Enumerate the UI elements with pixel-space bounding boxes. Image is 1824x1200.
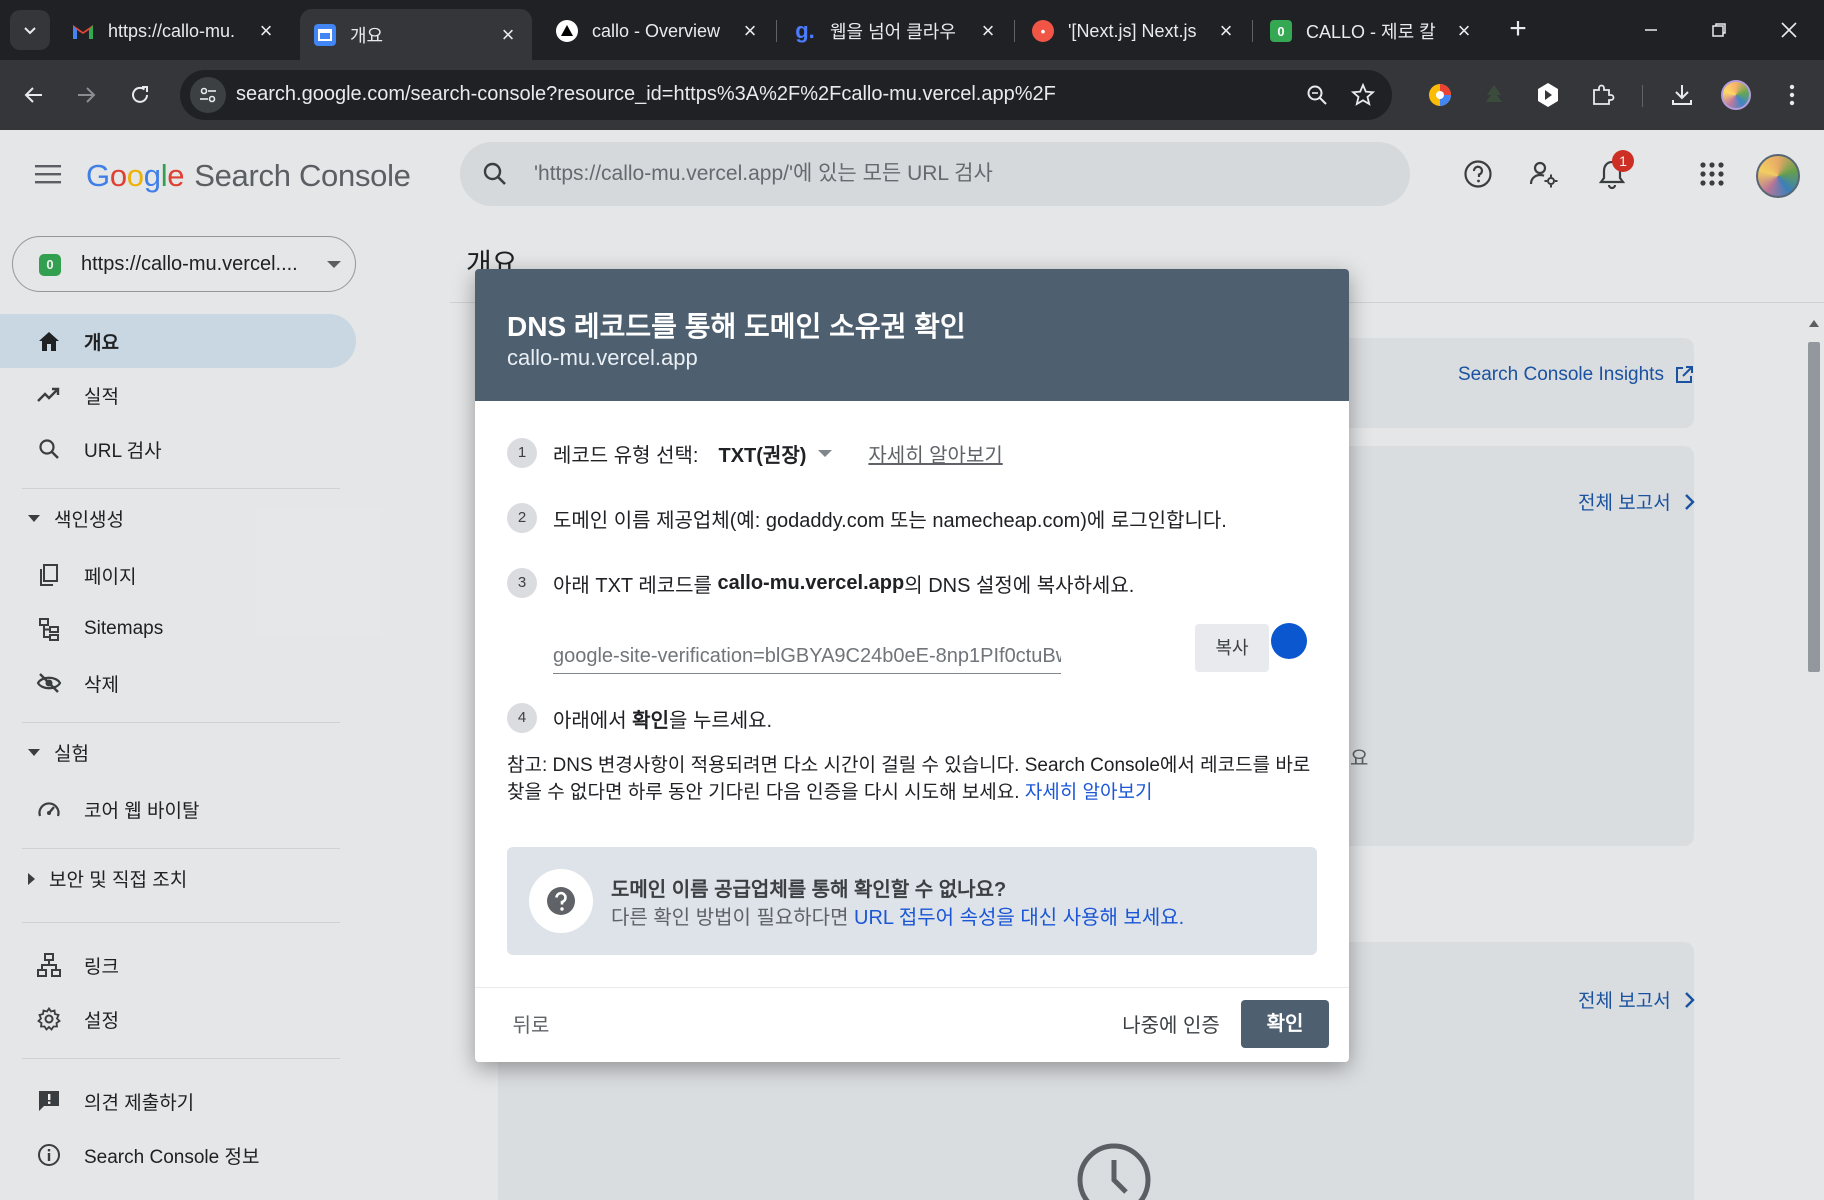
minimize-icon (1645, 29, 1657, 31)
chevron-down-icon (24, 27, 36, 35)
close-icon[interactable]: × (978, 18, 998, 44)
tab-title: 웹을 넘어 클라우 (830, 22, 956, 42)
dropdown-arrow-icon (818, 449, 833, 457)
help-icon (547, 887, 575, 915)
txt-record-input[interactable] (553, 634, 1061, 672)
close-icon[interactable]: × (498, 22, 518, 48)
browser-toolbar: search.google.com/search-console?resourc… (0, 60, 1824, 130)
browser-tab-gmail[interactable]: https://callo-mu. × (58, 9, 290, 53)
learn-more-link[interactable]: 자세히 알아보기 (868, 439, 1002, 468)
arrow-left-icon (24, 87, 42, 103)
site-info-button[interactable] (190, 77, 226, 113)
verify-button[interactable]: 확인 (1241, 1000, 1329, 1048)
record-type-label: 레코드 유형 선택: (553, 444, 699, 467)
help-circle (529, 869, 593, 933)
close-icon[interactable]: × (740, 18, 760, 44)
dns-verification-dialog: DNS 레코드를 통해 도메인 소유권 확인 callo-mu.vercel.a… (475, 269, 1349, 1062)
cursor-indicator (1271, 623, 1307, 659)
close-icon[interactable]: × (256, 18, 276, 44)
forward-button[interactable] (68, 77, 104, 113)
step-text: 도메인 이름 제공업체(예: godaddy.com 또는 namecheap.… (553, 509, 1227, 532)
verify-later-button[interactable]: 나중에 인증 (1113, 1002, 1229, 1050)
back-button[interactable] (16, 77, 52, 113)
dns-note: 참고: DNS 변경사항이 적용되려면 다소 시간이 걸릴 수 있습니다. Se… (507, 755, 1311, 803)
txt-record-field[interactable] (553, 634, 1061, 674)
color-picker-extension-icon[interactable] (1424, 79, 1456, 111)
tree-extension-icon[interactable] (1478, 79, 1510, 111)
minimize-button[interactable] (1628, 10, 1674, 50)
gmail-icon (72, 20, 94, 42)
url-prefix-link[interactable]: URL 접두어 속성을 대신 사용해 보세요. (854, 907, 1184, 929)
address-bar[interactable]: search.google.com/search-console?resourc… (180, 70, 1392, 120)
step-1: 1 레코드 유형 선택: TXT(권장) 자세히 알아보기 (507, 438, 1003, 468)
tab-title: '[Next.js] Next.js (1068, 20, 1197, 41)
dialog-subtitle: callo-mu.vercel.app (507, 345, 698, 370)
step-4: 4 아래에서 확인 을 누르세요. (507, 703, 772, 733)
browser-tab-bar: https://callo-mu. × 개요 × callo - Overvie… (0, 0, 1824, 60)
step-2: 2 도메인 이름 제공업체(예: godaddy.com 또는 namechea… (507, 503, 1227, 533)
close-icon[interactable]: × (1216, 18, 1236, 44)
window-close-button[interactable] (1766, 10, 1812, 50)
tab-title: https://callo-mu. (108, 20, 236, 41)
tab-separator (1014, 20, 1015, 42)
tab-separator (1252, 20, 1253, 42)
g-dot-icon: g. (795, 18, 815, 43)
vercel-icon (556, 20, 578, 42)
new-tab-button[interactable]: + (1502, 14, 1534, 46)
step-3: 3 아래 TXT 레코드를 callo-mu.vercel.app 의 DNS 설… (507, 568, 1134, 598)
record-type-select[interactable]: TXT(권장) (718, 439, 833, 468)
dialog-title: DNS 레코드를 통해 도메인 소유권 확인 (507, 311, 966, 342)
close-icon[interactable]: × (1454, 18, 1474, 44)
step-number: 4 (507, 703, 537, 733)
footer-divider (475, 987, 1349, 988)
browser-tab-overview[interactable]: 개요 × (300, 9, 532, 60)
domain-name: callo-mu.vercel.app (717, 571, 905, 594)
help-title: 도메인 이름 공급업체를 통해 확인할 수 없나요? (611, 879, 1007, 901)
reload-icon (132, 86, 148, 103)
red-face-icon: • (1032, 20, 1054, 42)
step-text: 을 누르세요. (668, 709, 773, 732)
step-bold: 확인 (632, 709, 669, 732)
search-console-icon (314, 23, 336, 46)
back-button[interactable]: 뒤로 (495, 1002, 567, 1050)
browser-tab-blog[interactable]: g. 웹을 넘어 클라우 × (780, 9, 1012, 53)
help-text: 다른 확인 방법이 필요하다면 URL 접두어 속성을 대신 사용해 보세요. (611, 907, 1185, 929)
step-number: 1 (507, 438, 537, 468)
zoom-icon[interactable] (1304, 82, 1330, 108)
step-text: 아래에서 (553, 709, 633, 732)
restore-icon (1712, 23, 1726, 37)
tab-separator (776, 20, 777, 42)
browser-tab-nextjs[interactable]: • '[Next.js] Next.js × (1018, 9, 1250, 53)
tab-title: CALLO - 제로 칼 (1306, 22, 1436, 42)
profile-avatar-icon[interactable] (1720, 79, 1752, 111)
tune-icon (200, 87, 216, 103)
callo-icon: 0 (1270, 20, 1292, 42)
arrow-right-icon (78, 87, 96, 103)
dialog-header: DNS 레코드를 통해 도메인 소유권 확인 callo-mu.vercel.a… (475, 269, 1349, 401)
toolbar-separator (1642, 85, 1643, 107)
extensions-puzzle-icon[interactable] (1586, 79, 1618, 111)
note-learn-more-link[interactable]: 자세히 알아보기 (1025, 782, 1153, 803)
tab-title: 개요 (350, 25, 384, 46)
close-icon (1781, 22, 1797, 38)
browser-tab-callo[interactable]: 0 CALLO - 제로 칼 × (1256, 9, 1488, 53)
step-text: 아래 TXT 레코드를 (553, 574, 718, 597)
copy-button[interactable]: 복사 (1195, 624, 1269, 672)
reload-button[interactable] (122, 77, 158, 113)
restore-button[interactable] (1696, 10, 1742, 50)
devtools-extension-icon[interactable] (1532, 79, 1564, 111)
tab-title: callo - Overview (592, 20, 721, 41)
step-number: 3 (507, 568, 537, 598)
step-text: 의 DNS 설정에 복사하세요. (904, 574, 1135, 597)
tab-search-button[interactable] (10, 10, 50, 50)
browser-menu-icon[interactable] (1776, 79, 1808, 111)
url-text[interactable]: search.google.com/search-console?resourc… (236, 83, 1056, 106)
download-icon[interactable] (1666, 79, 1698, 111)
alternate-method-box: 도메인 이름 공급업체를 통해 확인할 수 없나요? 다른 확인 방법이 필요하… (507, 847, 1317, 955)
browser-tab-vercel[interactable]: callo - Overview × (542, 9, 774, 53)
step-number: 2 (507, 503, 537, 533)
star-icon[interactable] (1350, 82, 1376, 108)
